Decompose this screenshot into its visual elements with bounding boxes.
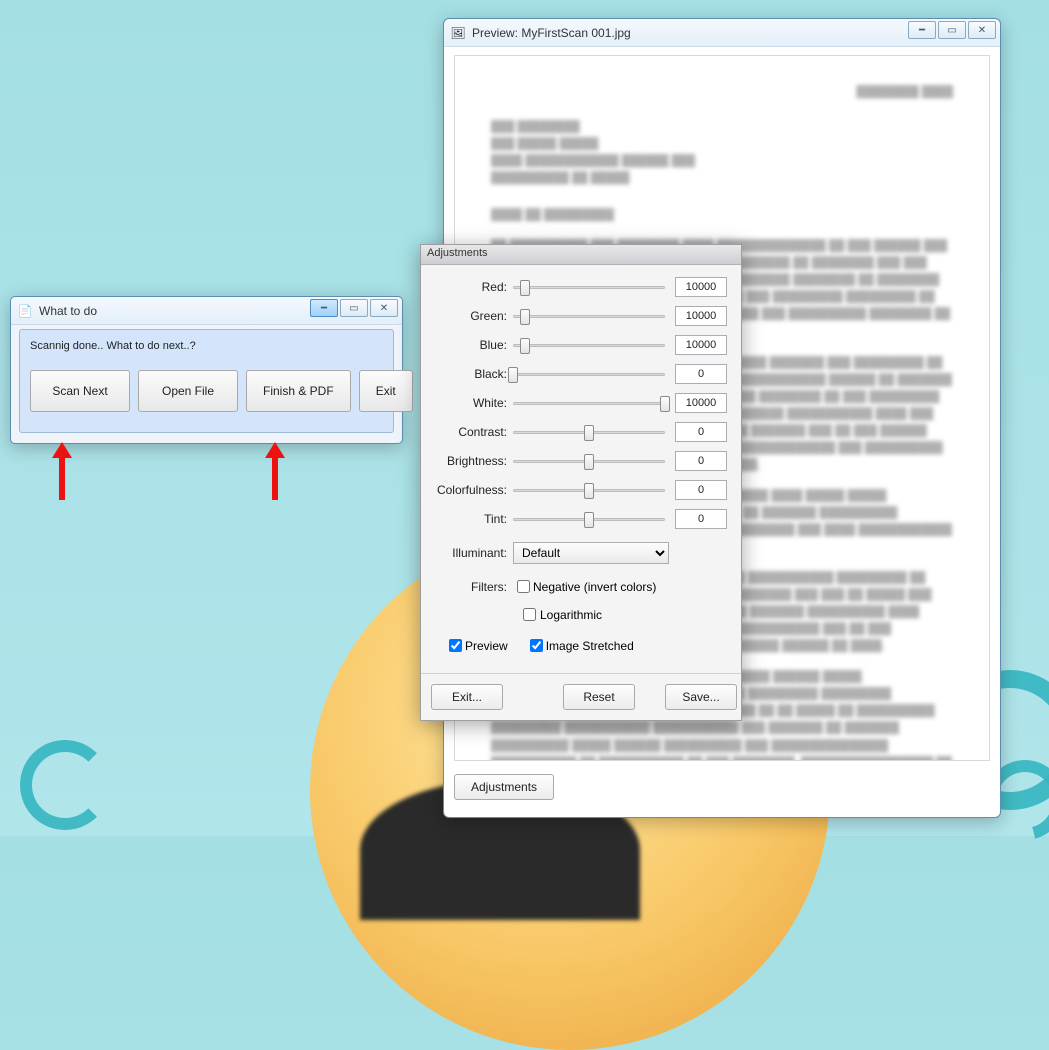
maximize-button[interactable]: ▭ bbox=[340, 299, 368, 317]
white-value-input[interactable] bbox=[675, 393, 727, 413]
blue-slider[interactable] bbox=[513, 336, 665, 354]
slider-label: Brightness: bbox=[435, 454, 513, 468]
red-slider[interactable] bbox=[513, 278, 665, 296]
slider-row-colorfulness: Colorfulness: bbox=[435, 480, 727, 500]
blue-value-input[interactable] bbox=[675, 335, 727, 355]
logarithmic-checkbox-label[interactable]: Logarithmic bbox=[519, 605, 602, 624]
slider-label: Green: bbox=[435, 309, 513, 323]
tint-slider[interactable] bbox=[513, 510, 665, 528]
negative-checkbox[interactable] bbox=[517, 580, 530, 593]
slider-row-blue: Blue: bbox=[435, 335, 727, 355]
adjustments-exit-button[interactable]: Exit... bbox=[431, 684, 503, 710]
slider-row-black: Black: bbox=[435, 364, 727, 384]
wtd-title: What to do bbox=[39, 304, 97, 318]
slider-row-contrast: Contrast: bbox=[435, 422, 727, 442]
preview-app-icon: 🖼 bbox=[450, 25, 466, 41]
red-value-input[interactable] bbox=[675, 277, 727, 297]
tint-value-input[interactable] bbox=[675, 509, 727, 529]
slider-row-white: White: bbox=[435, 393, 727, 413]
negative-checkbox-label[interactable]: Negative (invert colors) bbox=[513, 577, 656, 596]
adjustments-reset-button[interactable]: Reset bbox=[563, 684, 635, 710]
slider-label: Red: bbox=[435, 280, 513, 294]
slider-label: Colorfulness: bbox=[435, 483, 513, 497]
slider-label: Black: bbox=[435, 367, 513, 381]
logarithmic-checkbox[interactable] bbox=[523, 608, 536, 621]
stretched-checkbox-label[interactable]: Image Stretched bbox=[526, 636, 634, 655]
slider-row-brightness: Brightness: bbox=[435, 451, 727, 471]
slider-label: Blue: bbox=[435, 338, 513, 352]
slider-row-red: Red: bbox=[435, 277, 727, 297]
green-slider[interactable] bbox=[513, 307, 665, 325]
green-value-input[interactable] bbox=[675, 306, 727, 326]
white-slider[interactable] bbox=[513, 394, 665, 412]
preview-checkbox[interactable] bbox=[449, 639, 462, 652]
adjustments-title[interactable]: Adjustments bbox=[421, 245, 741, 265]
colorfulness-slider[interactable] bbox=[513, 481, 665, 499]
contrast-value-input[interactable] bbox=[675, 422, 727, 442]
what-to-do-dialog: 📄 What to do ━ ▭ ✕ Scannig done.. What t… bbox=[10, 296, 403, 444]
preview-checkbox-label[interactable]: Preview bbox=[445, 636, 508, 655]
close-button[interactable]: ✕ bbox=[968, 21, 996, 39]
wtd-app-icon: 📄 bbox=[17, 303, 33, 319]
wtd-titlebar[interactable]: 📄 What to do ━ ▭ ✕ bbox=[11, 297, 402, 325]
preview-title: Preview: MyFirstScan 001.jpg bbox=[472, 26, 631, 40]
exit-button[interactable]: Exit bbox=[359, 370, 413, 412]
black-slider[interactable] bbox=[513, 365, 665, 383]
adjustments-button[interactable]: Adjustments bbox=[454, 774, 554, 800]
close-button[interactable]: ✕ bbox=[370, 299, 398, 317]
wtd-message: Scannig done.. What to do next..? bbox=[30, 340, 383, 352]
preview-titlebar[interactable]: 🖼 Preview: MyFirstScan 001.jpg ━ ▭ ✕ bbox=[444, 19, 1000, 47]
slider-row-tint: Tint: bbox=[435, 509, 727, 529]
slider-label: White: bbox=[435, 396, 513, 410]
stretched-checkbox[interactable] bbox=[530, 639, 543, 652]
adjustments-save-button[interactable]: Save... bbox=[665, 684, 737, 710]
contrast-slider[interactable] bbox=[513, 423, 665, 441]
minimize-button[interactable]: ━ bbox=[310, 299, 338, 317]
brightness-slider[interactable] bbox=[513, 452, 665, 470]
brightness-value-input[interactable] bbox=[675, 451, 727, 471]
open-file-button[interactable]: Open File bbox=[138, 370, 238, 412]
slider-row-green: Green: bbox=[435, 306, 727, 326]
adjustments-panel: Adjustments Red: Green: Blue: Black: Whi… bbox=[420, 244, 742, 721]
slider-label: Tint: bbox=[435, 512, 513, 526]
background-swirl bbox=[20, 740, 110, 830]
colorfulness-value-input[interactable] bbox=[675, 480, 727, 500]
maximize-button[interactable]: ▭ bbox=[938, 21, 966, 39]
illuminant-select[interactable]: Default bbox=[513, 542, 669, 564]
filters-label: Filters: bbox=[435, 580, 513, 594]
finish-pdf-button[interactable]: Finish & PDF bbox=[246, 370, 351, 412]
black-value-input[interactable] bbox=[675, 364, 727, 384]
scan-next-button[interactable]: Scan Next bbox=[30, 370, 130, 412]
illuminant-label: Illuminant: bbox=[435, 546, 513, 560]
minimize-button[interactable]: ━ bbox=[908, 21, 936, 39]
slider-label: Contrast: bbox=[435, 425, 513, 439]
